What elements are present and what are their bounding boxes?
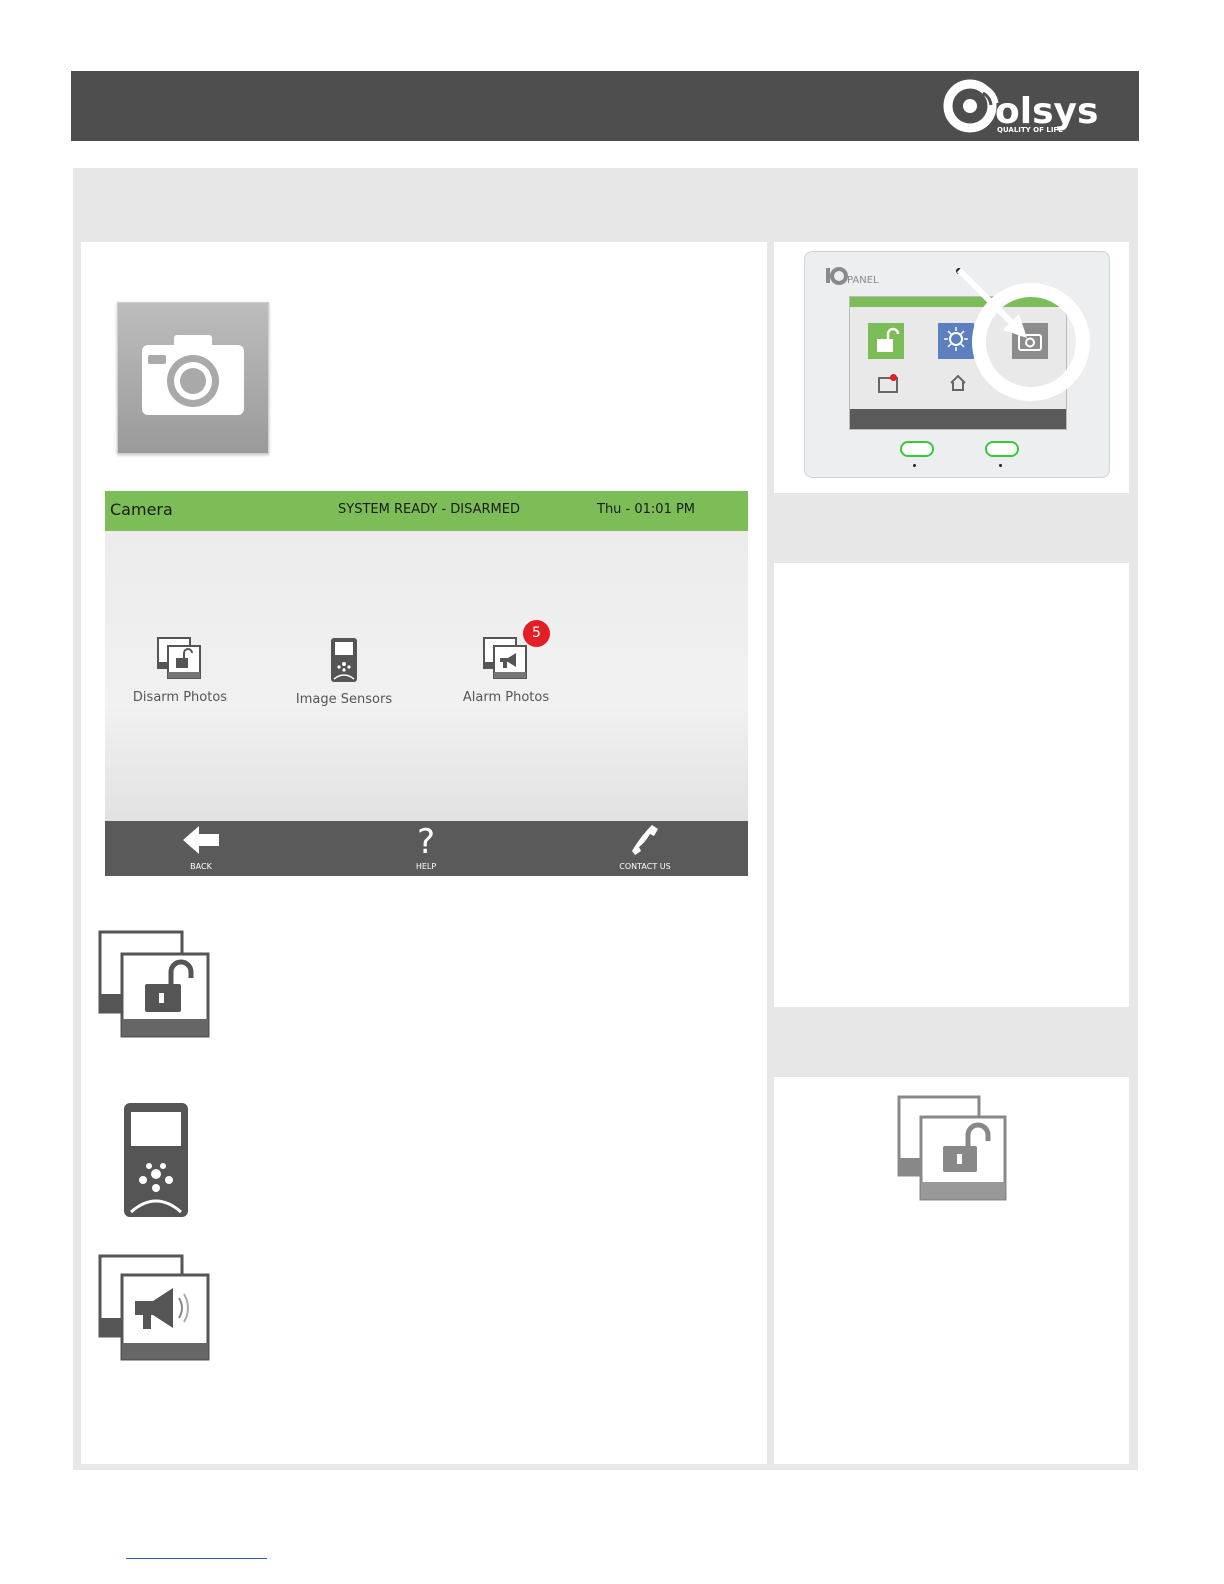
status-bar: Camera SYSTEM READY - DISARMED Thu - 01:…	[105, 491, 748, 531]
panel-emergency-button	[900, 441, 934, 457]
help-icon: ?	[417, 822, 435, 862]
screen-time: Thu - 01:01 PM	[597, 502, 696, 517]
tile-alarm-photos[interactable]: Alarm Photos	[431, 636, 581, 705]
camera-screen: Camera SYSTEM READY - DISARMED Thu - 01:…	[105, 491, 748, 876]
tile-image-sensors[interactable]: Image Sensors	[269, 636, 419, 707]
tile-label: Image Sensors	[295, 692, 393, 707]
contact-us-label: CONTACT US	[619, 862, 671, 871]
iq-panel-preview: PANEL	[804, 251, 1110, 478]
iq-panel-brand: PANEL	[826, 267, 879, 286]
tile-disarm-photos[interactable]: Disarm Photos	[105, 636, 255, 705]
disarm-photos-icon	[98, 930, 210, 1038]
panel-dot-left	[913, 464, 916, 467]
logo-tagline: QUALITY OF LIFE	[997, 126, 1063, 134]
alarm-photo-count-badge: 5	[523, 620, 550, 647]
header-bar: olsys QUALITY OF LIFE	[71, 71, 1139, 141]
image-sensor-icon	[331, 638, 357, 682]
help-label: HELP	[415, 862, 437, 871]
panel-dot-right	[999, 464, 1002, 467]
contact-us-button[interactable]: CONTACT US	[585, 823, 705, 871]
unlock-icon	[877, 327, 900, 352]
press-to-arm-tile	[868, 323, 904, 359]
svg-text:?: ?	[417, 823, 435, 857]
tile-label: Alarm Photos	[462, 690, 550, 705]
back-button[interactable]: BACK	[141, 823, 261, 871]
back-label: BACK	[190, 862, 212, 871]
panel-home-button	[985, 441, 1019, 457]
status-alert-dot	[890, 374, 897, 381]
footer-link[interactable]	[126, 1558, 267, 1559]
alarm-photos-icon	[483, 637, 527, 679]
alarm-photos-icon	[98, 1254, 210, 1361]
camera-app-tile	[117, 302, 269, 454]
screen-body: Disarm Photos Image Sensors Alarm Photos…	[105, 531, 748, 821]
qolsys-logo: olsys QUALITY OF LIFE	[943, 79, 1098, 134]
phone-icon	[632, 825, 658, 855]
highlight-callout	[956, 267, 1090, 401]
system-status: SYSTEM READY - DISARMED	[338, 502, 520, 517]
bottom-nav-bar: BACK ? HELP CONTACT US	[105, 821, 748, 876]
help-button[interactable]: ? HELP	[366, 822, 486, 871]
camera-icon	[142, 335, 244, 415]
panel-brand-text: PANEL	[847, 275, 879, 286]
right-card-middle	[774, 563, 1129, 1007]
tile-label: Disarm Photos	[132, 690, 228, 705]
disarm-photos-icon	[157, 637, 201, 679]
disarm-photos-icon	[897, 1095, 1007, 1201]
screen-title: Camera	[110, 500, 173, 519]
image-sensor-icon	[124, 1103, 188, 1217]
back-arrow-icon	[183, 826, 219, 854]
